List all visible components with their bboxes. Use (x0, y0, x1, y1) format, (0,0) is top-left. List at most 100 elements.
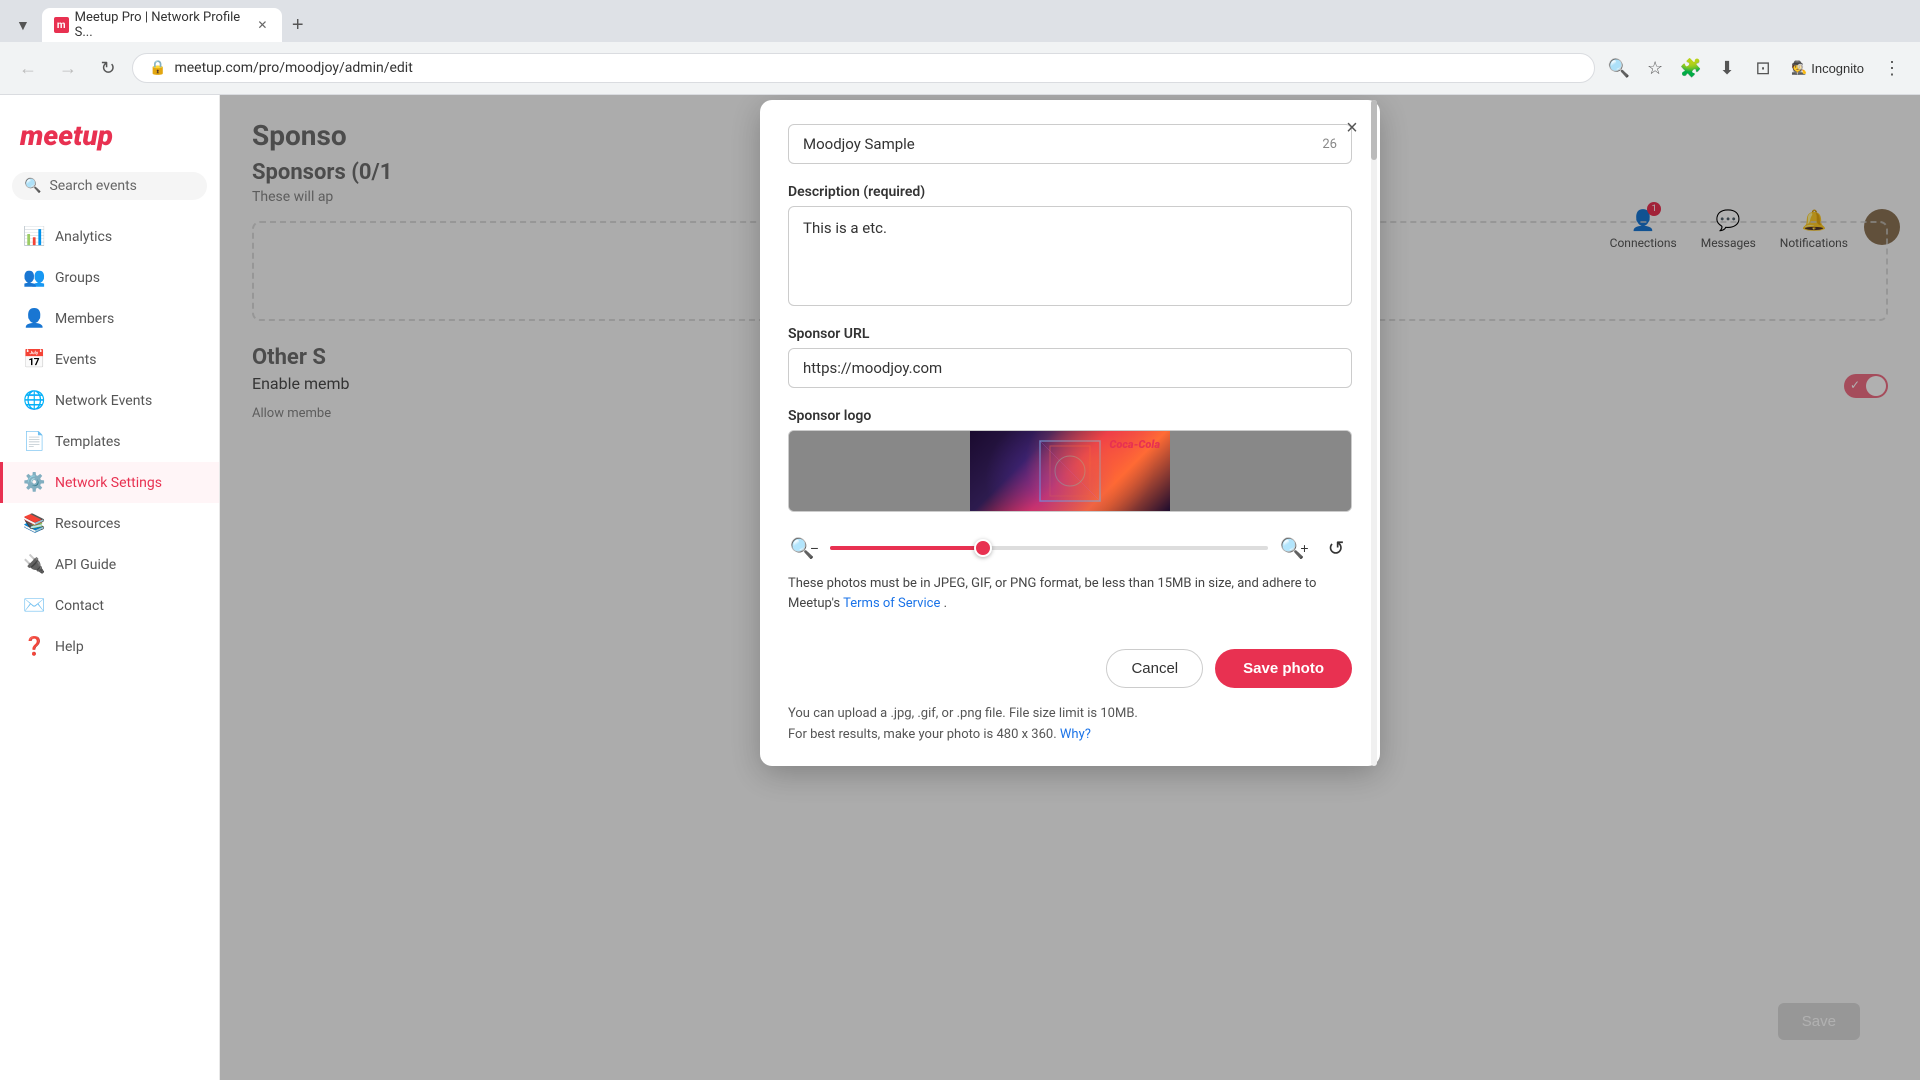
zoom-plus-icon: + (1300, 540, 1308, 556)
sidebar-item-help-label: Help (55, 639, 84, 655)
download-button[interactable]: ⬇ (1711, 52, 1743, 84)
name-input-value: Moodjoy Sample (803, 135, 915, 153)
incognito-button[interactable]: 🕵 Incognito (1783, 56, 1872, 80)
logo-right-gray (1170, 431, 1351, 511)
active-tab[interactable]: m Meetup Pro | Network Profile S... ✕ (42, 8, 282, 42)
sidebar: meetup 🔍 Search events 📊 Analytics 👥 Gro… (0, 95, 220, 1080)
description-field-group: Description (required) This is a etc. (788, 184, 1352, 306)
help-icon: ❓ (23, 636, 43, 657)
sidebar-item-network-events-label: Network Events (55, 393, 152, 409)
sponsor-logo-label: Sponsor logo (788, 408, 1352, 424)
logo-image: Coca-Cola (970, 430, 1170, 512)
browser-layout-button[interactable]: ⊡ (1747, 52, 1779, 84)
analytics-icon: 📊 (23, 226, 43, 247)
tab-close-button[interactable]: ✕ (255, 17, 270, 33)
zoom-controls: 🔍 − 🔍 + ↺ (788, 532, 1352, 564)
api-guide-icon: 🔌 (23, 554, 43, 575)
modal-actions: Cancel Save photo (760, 633, 1380, 704)
sidebar-item-network-settings[interactable]: ⚙️ Network Settings (0, 462, 219, 503)
sidebar-item-groups-label: Groups (55, 270, 100, 286)
zoom-minus-icon: − (810, 540, 818, 556)
description-value: This is a etc. (803, 219, 887, 237)
search-bar[interactable]: 🔍 Search events (12, 172, 207, 200)
groups-icon: 👥 (23, 267, 43, 288)
main-content: 👤 1 Connections 💬 Messages 🔔 Notificatio… (220, 95, 1920, 1080)
search-placeholder: Search events (49, 178, 136, 194)
name-input[interactable]: Moodjoy Sample 26 (788, 124, 1352, 164)
sidebar-item-contact[interactable]: ✉️ Contact (0, 585, 219, 626)
bookmark-button[interactable]: ☆ (1639, 52, 1671, 84)
incognito-label: Incognito (1811, 61, 1864, 76)
sidebar-item-members[interactable]: 👤 Members (0, 298, 219, 339)
forward-button[interactable]: → (52, 52, 84, 84)
save-photo-button[interactable]: Save photo (1215, 649, 1352, 688)
upload-info-line1: You can upload a .jpg, .gif, or .png fil… (788, 704, 1352, 725)
lock-icon: 🔒 (149, 60, 166, 76)
upload-info-line2: For best results, make your photo is 480… (788, 725, 1352, 746)
description-textarea[interactable]: This is a etc. (788, 206, 1352, 306)
close-icon: × (1346, 117, 1358, 140)
sidebar-item-analytics-label: Analytics (55, 229, 112, 245)
sponsor-logo-field-group: Sponsor logo Coca-Cola (788, 408, 1352, 512)
sidebar-item-contact-label: Contact (55, 598, 104, 614)
events-icon: 📅 (23, 349, 43, 370)
sidebar-item-events[interactable]: 📅 Events (0, 339, 219, 380)
logo-container[interactable]: Coca-Cola (788, 430, 1352, 512)
sidebar-item-api-guide[interactable]: 🔌 API Guide (0, 544, 219, 585)
reload-button[interactable]: ↻ (92, 52, 124, 84)
sidebar-item-help[interactable]: ❓ Help (0, 626, 219, 667)
tab-group-button[interactable]: ▼ (8, 13, 38, 37)
sidebar-item-network-events[interactable]: 🌐 Network Events (0, 380, 219, 421)
photo-requirements-text: These photos must be in JPEG, GIF, or PN… (788, 574, 1352, 613)
zoom-in-button[interactable]: 🔍 + (1278, 532, 1310, 564)
address-text: meetup.com/pro/moodjoy/admin/edit (174, 60, 1578, 76)
sidebar-item-analytics[interactable]: 📊 Analytics (0, 216, 219, 257)
upload-info: You can upload a .jpg, .gif, or .png fil… (760, 704, 1380, 766)
sponsor-url-input[interactable]: https://moodjoy.com (788, 348, 1352, 388)
coca-cola-text: Coca-Cola (1109, 438, 1160, 451)
zoom-slider-track[interactable] (830, 546, 1268, 550)
sidebar-item-network-settings-label: Network Settings (55, 475, 162, 491)
templates-icon: 📄 (23, 431, 43, 452)
scroll-indicator (1371, 100, 1377, 766)
sidebar-item-templates-label: Templates (55, 434, 121, 450)
sponsor-url-value: https://moodjoy.com (803, 359, 942, 377)
sidebar-item-api-guide-label: API Guide (55, 557, 116, 573)
terms-of-service-link[interactable]: Terms of Service (843, 596, 940, 611)
back-button[interactable]: ← (12, 52, 44, 84)
menu-button[interactable]: ⋮ (1876, 52, 1908, 84)
char-count: 26 (1322, 137, 1337, 152)
cancel-button[interactable]: Cancel (1106, 649, 1203, 688)
zoom-out-button[interactable]: 🔍 − (788, 532, 820, 564)
sidebar-item-resources[interactable]: 📚 Resources (0, 503, 219, 544)
modal-close-button[interactable]: × (1336, 112, 1368, 144)
name-field-group: Moodjoy Sample 26 (788, 124, 1352, 164)
rotate-icon: ↺ (1328, 536, 1345, 561)
resources-icon: 📚 (23, 513, 43, 534)
tab-favicon: m (54, 17, 69, 33)
network-events-icon: 🌐 (23, 390, 43, 411)
search-icon-button[interactable]: 🔍 (1603, 52, 1635, 84)
rotate-button[interactable]: ↺ (1320, 532, 1352, 564)
tab-label: Meetup Pro | Network Profile S... (75, 10, 247, 40)
address-bar[interactable]: 🔒 meetup.com/pro/moodjoy/admin/edit (132, 53, 1595, 83)
sidebar-item-groups[interactable]: 👥 Groups (0, 257, 219, 298)
members-icon: 👤 (23, 308, 43, 329)
meetup-logo[interactable]: meetup (0, 111, 219, 172)
sponsor-url-label: Sponsor URL (788, 326, 1352, 342)
sidebar-item-templates[interactable]: 📄 Templates (0, 421, 219, 462)
new-tab-button[interactable]: + (284, 14, 312, 37)
sponsor-url-field-group: Sponsor URL https://moodjoy.com (788, 326, 1352, 388)
incognito-icon: 🕵 (1791, 60, 1807, 76)
contact-icon: ✉️ (23, 595, 43, 616)
sidebar-item-resources-label: Resources (55, 516, 121, 532)
sidebar-item-members-label: Members (55, 311, 114, 327)
why-link[interactable]: Why? (1060, 727, 1091, 742)
zoom-slider-thumb[interactable] (974, 539, 992, 557)
search-icon: 🔍 (24, 178, 41, 194)
modal-scroll-area[interactable]: Moodjoy Sample 26 Description (required)… (760, 100, 1380, 633)
sidebar-item-events-label: Events (55, 352, 96, 368)
extensions-button[interactable]: 🧩 (1675, 52, 1707, 84)
scroll-thumb (1371, 100, 1377, 160)
sponsor-edit-modal: × Moodjoy Sample 26 Description (require… (760, 100, 1380, 766)
